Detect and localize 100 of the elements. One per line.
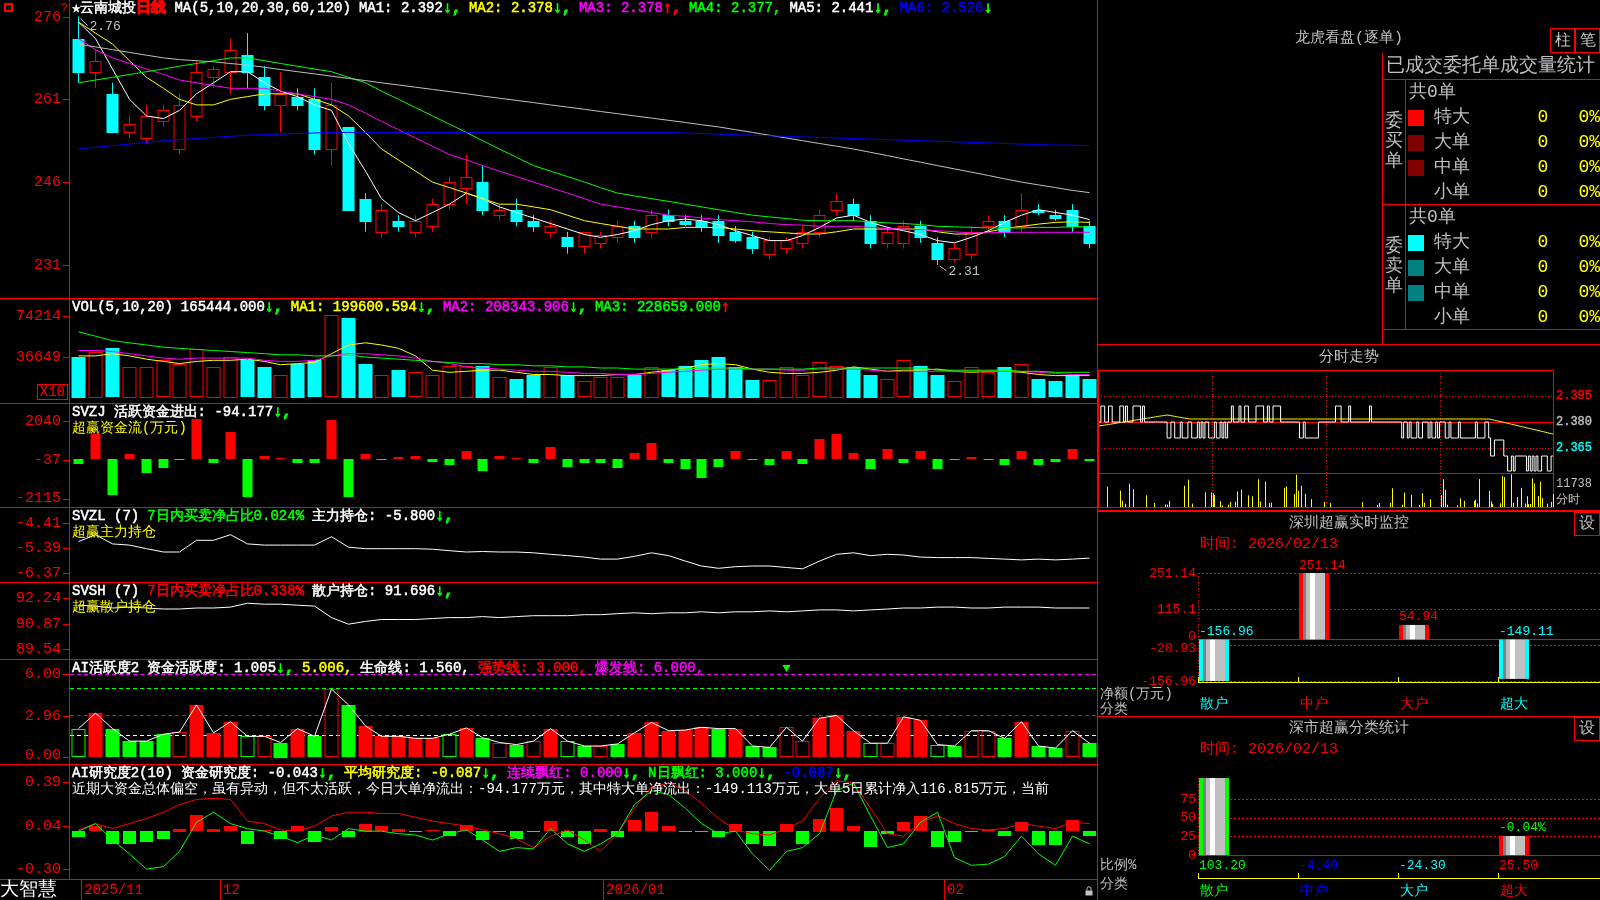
volume-bar [172, 364, 187, 398]
help-mark[interactable]: ? [60, 3, 68, 15]
indicator-bar [124, 454, 135, 459]
candle [830, 192, 843, 216]
indicator-bar [882, 449, 893, 459]
candle [695, 214, 708, 233]
indicator-bar [528, 459, 539, 463]
date-label: 2026/01 [603, 880, 665, 900]
indicator-bar [511, 458, 522, 459]
volume-bar [829, 366, 844, 398]
indicator-bar [848, 453, 859, 459]
legend-text: ↓, [833, 766, 852, 781]
settings-button[interactable]: 设 [1574, 512, 1600, 536]
volume-bar [560, 375, 575, 398]
indicator-bar [526, 741, 541, 757]
legend-text: 强势线: 3.000, [477, 661, 587, 676]
indicator-bar [948, 831, 961, 842]
indicator-bar [781, 451, 792, 459]
volume-bar [88, 352, 103, 398]
share-value: 0% [1577, 131, 1600, 154]
legend-text: MA1: 2.392 [358, 1, 443, 16]
legend-text: VOL(5,10,20) [72, 300, 173, 315]
time-label: 时间: 2026/02/13 [1200, 741, 1339, 758]
indicator-bar [141, 459, 152, 473]
indicator-bar [983, 459, 994, 460]
price-scale-label: 2.380 [1556, 415, 1592, 429]
category-label: 中单 [1433, 156, 1471, 179]
candle [258, 65, 271, 111]
category-label: 大户 [1400, 696, 1428, 712]
indicator-bar [157, 831, 170, 839]
indicator-bar [207, 829, 220, 832]
volume-bar [947, 381, 962, 397]
indicator-bar [309, 459, 320, 463]
candle [914, 220, 927, 244]
date-label: 02 [944, 880, 964, 900]
indicator-bar [812, 718, 827, 757]
value-label: 251.14 [1299, 557, 1346, 573]
indicator-bar [645, 812, 658, 831]
indicator-bar [343, 459, 354, 497]
indicator-bar [208, 459, 219, 463]
indicator-bar [711, 729, 726, 757]
candle [476, 165, 489, 216]
axis-label: -0.30 [16, 861, 61, 878]
indicator-bar [477, 459, 488, 471]
volume-bar [307, 360, 322, 397]
legend-text: ↓, [442, 1, 461, 16]
share-value: 0% [1577, 181, 1600, 204]
axis-label: -4.41 [16, 515, 61, 532]
legend-text: ↓, [318, 766, 337, 781]
indicator-bar [981, 731, 996, 757]
indicator-bar [947, 746, 962, 757]
legend-text: 散户持仓: 91.696 [312, 584, 436, 599]
indicator-bar [932, 459, 943, 469]
candle [746, 231, 759, 255]
indicator-bar [206, 733, 221, 757]
candle [157, 104, 170, 128]
indicator-bar [864, 831, 877, 847]
indicator-bar [223, 722, 238, 757]
toggle-button[interactable]: 笔 [1575, 28, 1600, 53]
indicator-caption: 超赢主力持仓 [72, 524, 156, 540]
candle [274, 71, 287, 133]
candle [628, 220, 641, 244]
axis-label: 92.24 [16, 590, 61, 607]
indicator-bar [780, 824, 793, 832]
time-label: 时间: 2026/02/13 [1200, 536, 1339, 553]
toggle-button[interactable]: 柱 [1550, 28, 1575, 53]
indicator-bar [1049, 831, 1062, 845]
candle [578, 231, 591, 255]
indicator-bar [662, 826, 675, 831]
indicator-bar [375, 826, 388, 831]
share-value: 0% [1577, 281, 1600, 304]
indicator-bar [881, 831, 894, 834]
candle [897, 220, 910, 249]
indicator-bar [745, 746, 760, 757]
indicator-bar [930, 745, 945, 757]
legend-text: ↓, [481, 766, 500, 781]
candle [291, 87, 304, 111]
price-scale-label: 2.365 [1556, 441, 1592, 455]
indicator-bar [72, 831, 85, 837]
indicator-bar [762, 747, 777, 757]
volume-bar [408, 372, 423, 397]
indicator-bar [392, 829, 405, 832]
price-label: 2.31 [948, 264, 980, 280]
change-label: -0.04% [1499, 820, 1546, 836]
category-label: 大户 [1400, 883, 1428, 899]
indicator-bar [898, 459, 909, 463]
axis-title: 分类 [1100, 701, 1128, 716]
indicator-bar [122, 741, 137, 757]
indicator-bar [1016, 451, 1027, 459]
value-label: -156.96 [1199, 623, 1254, 639]
indicator-bar [442, 734, 457, 757]
settings-button[interactable]: 设 [1574, 717, 1600, 741]
volume-bar [644, 367, 659, 398]
volume-bar [812, 362, 827, 397]
legend-text: MA2: 2.378 [468, 1, 553, 16]
volume-bar [577, 381, 592, 397]
indicator-bar [324, 689, 339, 757]
panel-title: 深圳超赢实时监控 [1289, 514, 1409, 534]
candle [409, 214, 422, 238]
volume-bar [543, 367, 558, 398]
